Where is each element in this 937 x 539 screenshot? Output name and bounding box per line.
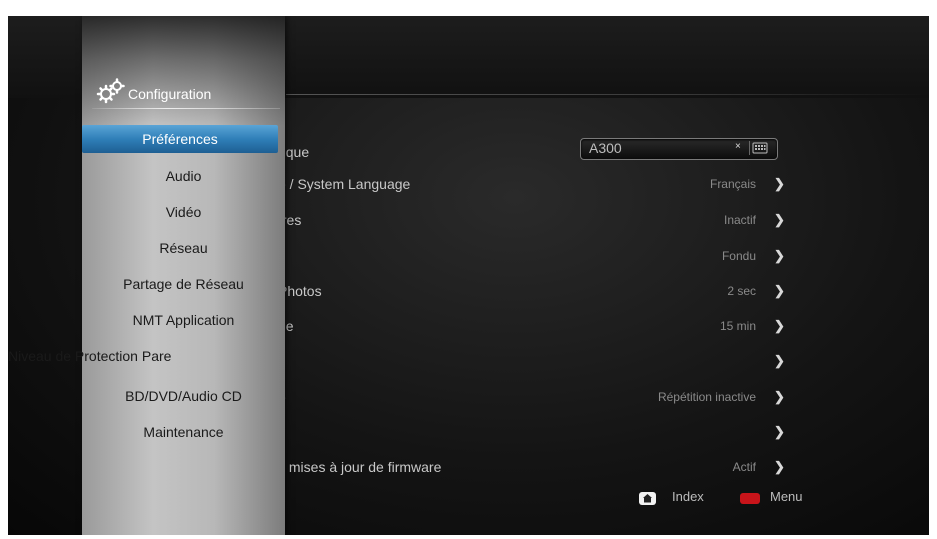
chevron-right-icon[interactable]: ❯ — [774, 279, 786, 303]
setting-value-firmware-updates: Actif — [732, 460, 756, 474]
tv-screen: rique A300 × e / System Language Françai… — [8, 16, 929, 535]
sidebar-top-shade — [82, 16, 285, 126]
sidebar-item-audio[interactable]: Audio — [82, 162, 285, 190]
sidebar-item-bd-dvd-audio-cd[interactable]: BD/DVD/Audio CD — [82, 382, 285, 410]
chevron-right-icon[interactable]: ❯ — [774, 455, 786, 479]
sidebar-item-preferences[interactable]: Préférences — [82, 125, 278, 153]
red-button-icon — [740, 493, 760, 504]
setting-value-screensaver: 15 min — [719, 319, 756, 333]
header-underline — [92, 108, 280, 109]
chevron-right-icon[interactable]: ❯ — [774, 208, 786, 232]
setting-value-language: Français — [709, 177, 756, 191]
sidebar-item-maintenance[interactable]: Maintenance — [82, 418, 285, 446]
sidebar-item-video[interactable]: Vidéo — [82, 198, 285, 226]
setting-value-subtitles: Inactif — [723, 213, 756, 227]
sidebar-item-nmt-application[interactable]: NMT Application — [82, 306, 285, 334]
footer-index-label: Index — [672, 489, 704, 504]
device-name-field[interactable]: A300 × — [580, 138, 778, 160]
sidebar-item-network-sharing[interactable]: Partage de Réseau — [82, 270, 285, 298]
chevron-right-icon[interactable]: ❯ — [774, 314, 786, 338]
keyboard-icon[interactable] — [749, 141, 770, 155]
setting-label-language[interactable]: e / System Language — [278, 172, 410, 196]
gears-icon — [96, 78, 126, 109]
sidebar: Configuration Préférences Audio Vidéo Ré… — [8, 16, 285, 535]
chevron-right-icon[interactable]: ❯ — [774, 244, 786, 268]
chevron-right-icon[interactable]: ❯ — [774, 420, 786, 444]
setting-value-repeat: Répétition inactive — [657, 390, 756, 404]
clear-icon[interactable]: × — [735, 141, 741, 152]
setting-label-firmware-updates[interactable]: s mises à jour de firmware — [278, 455, 441, 479]
header-divider — [286, 94, 929, 95]
sidebar-item-network[interactable]: Réseau — [82, 234, 285, 262]
setting-value-photos: 2 sec — [727, 284, 756, 298]
setting-value-transition: Fondu — [721, 249, 756, 263]
chevron-right-icon[interactable]: ❯ — [774, 349, 786, 373]
sidebar-item-parental-control[interactable]: Niveau de Protection Pare — [8, 342, 291, 370]
chevron-right-icon[interactable]: ❯ — [774, 385, 786, 409]
home-icon — [639, 492, 656, 505]
sidebar-header: Configuration — [92, 76, 280, 109]
page-title: Configuration — [128, 86, 212, 102]
device-name-value: A300 — [589, 140, 622, 156]
chevron-right-icon[interactable]: ❯ — [774, 172, 786, 196]
footer-menu-label: Menu — [770, 489, 803, 504]
